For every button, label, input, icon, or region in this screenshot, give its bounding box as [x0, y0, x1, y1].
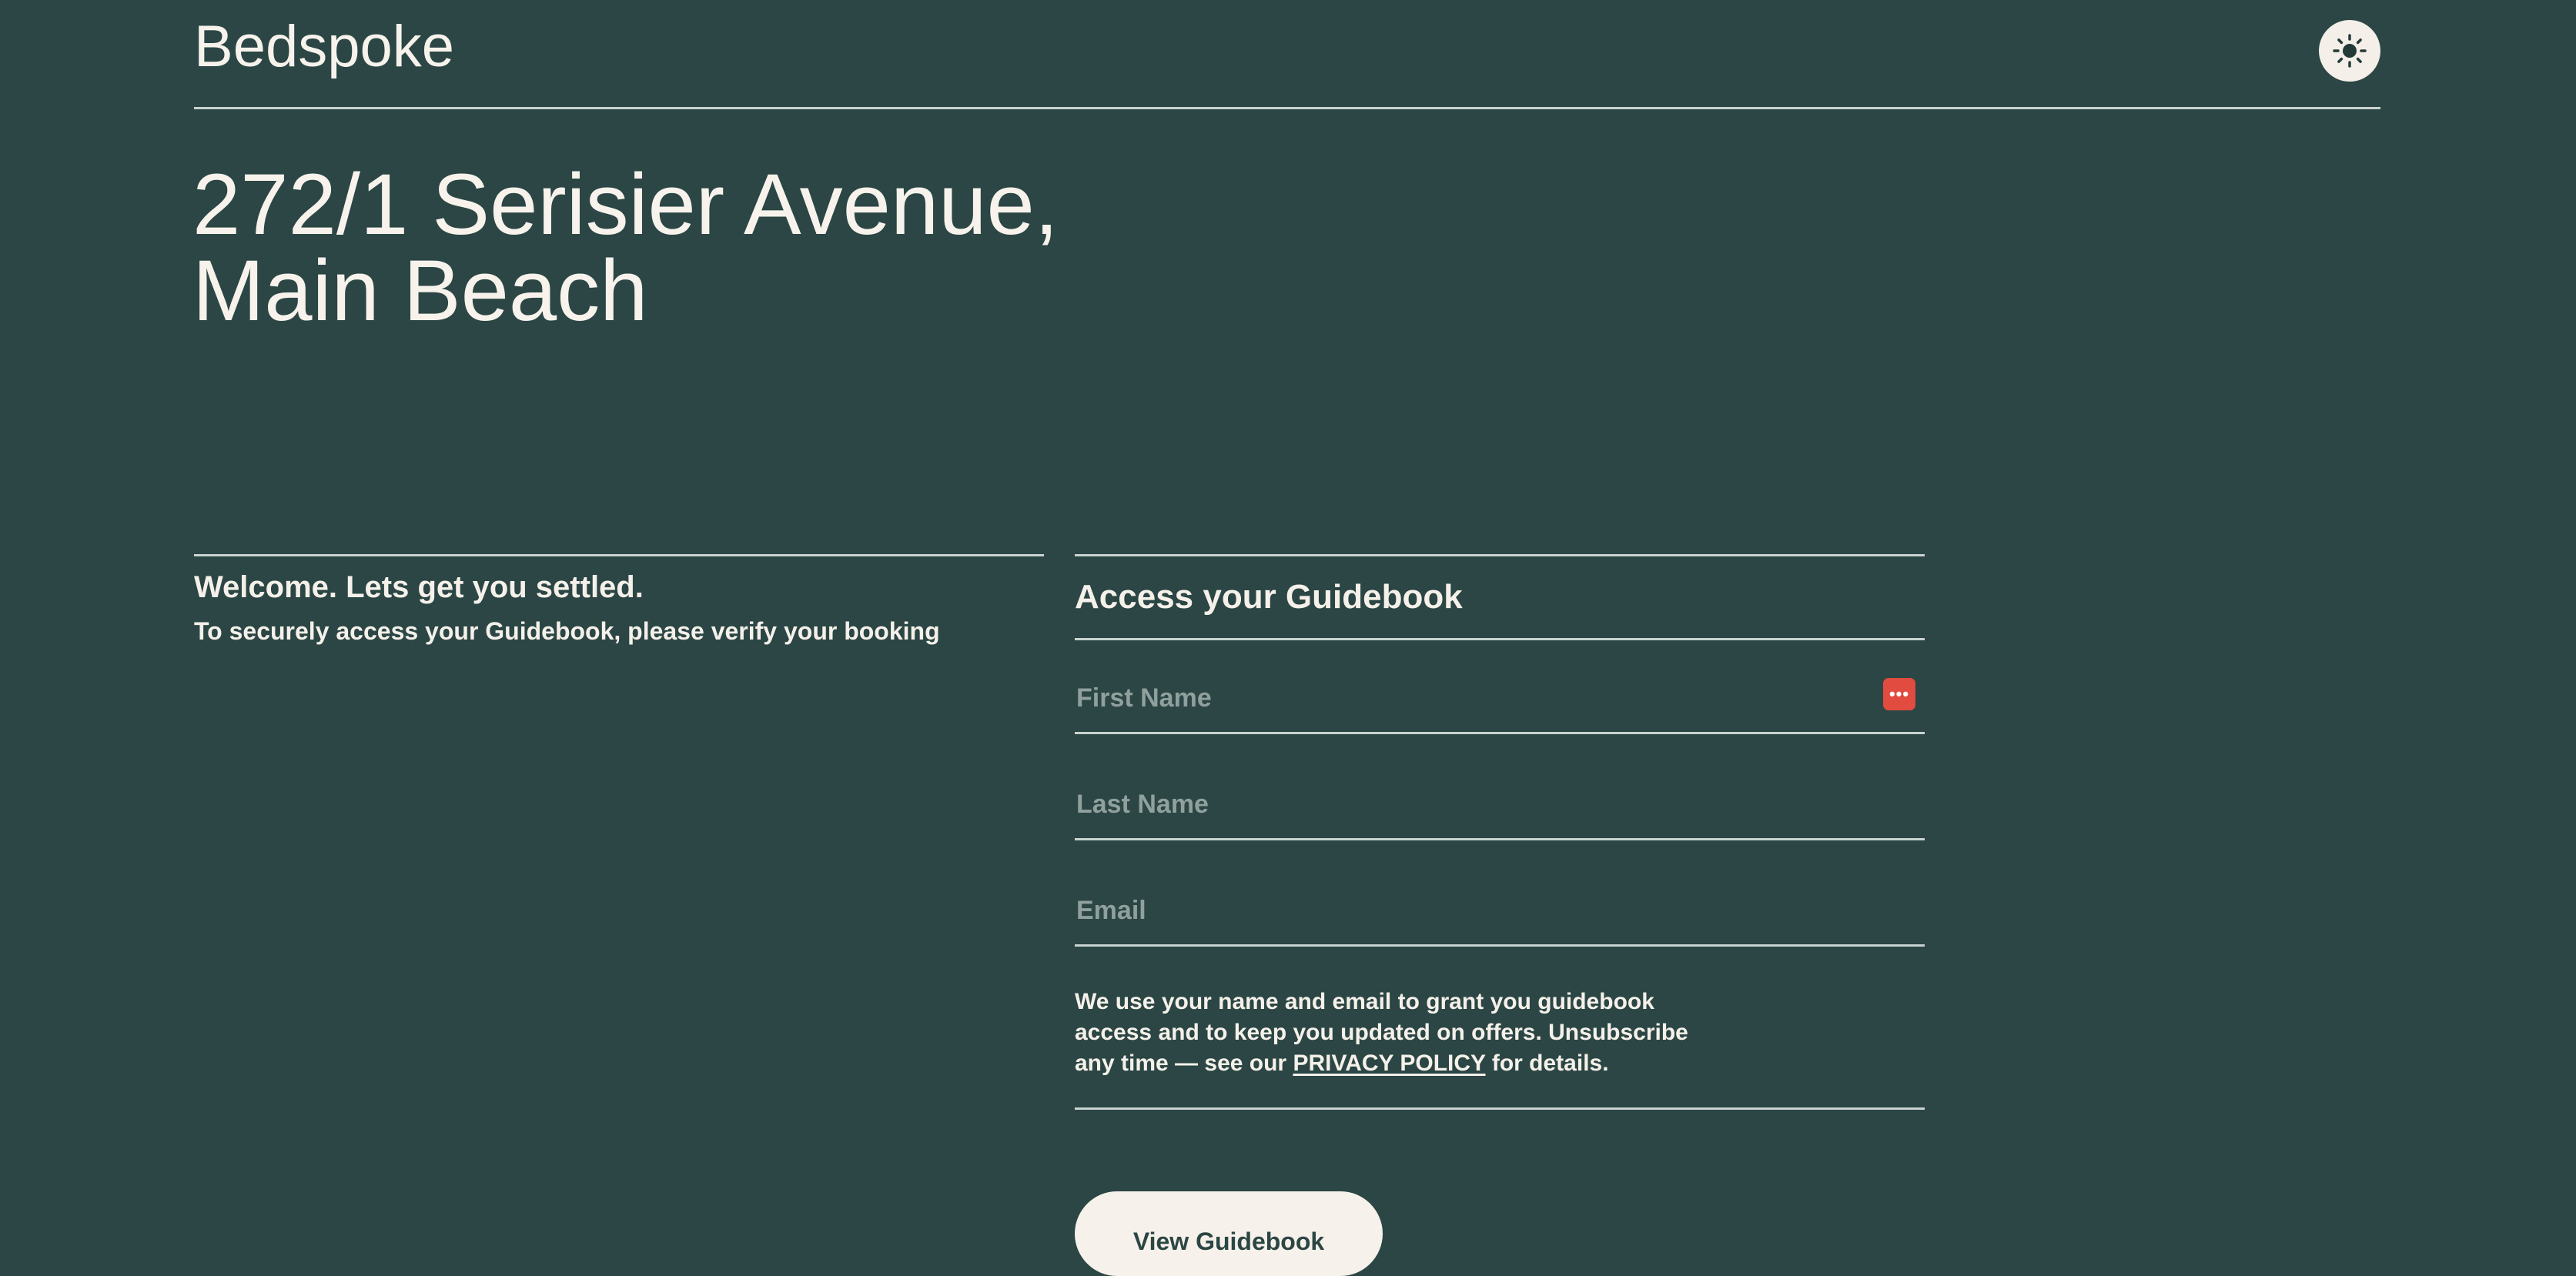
email-input[interactable]: [1075, 896, 1878, 926]
first-name-field-row: •••: [1075, 640, 1925, 734]
consent-notice: We use your name and email to grant you …: [1075, 947, 1925, 1110]
welcome-subtitle: To securely access your Guidebook, pleas…: [194, 617, 940, 645]
site-logo[interactable]: Bedspoke: [194, 12, 454, 82]
address-line-1: 272/1 Serisier Avenue,: [192, 156, 1059, 252]
form-title: Access your Guidebook: [1075, 554, 1925, 640]
privacy-policy-link[interactable]: PRIVACY POLICY: [1293, 1051, 1485, 1076]
email-field-row: [1075, 840, 1925, 947]
site-header: Bedspoke: [194, 0, 2380, 109]
welcome-panel: Welcome. Lets get you settled. To secure…: [194, 554, 1044, 647]
last-name-field-row: [1075, 734, 1925, 840]
last-name-input[interactable]: [1075, 790, 1878, 820]
sun-icon: [2333, 34, 2367, 68]
view-guidebook-button[interactable]: View Guidebook: [1075, 1191, 1383, 1276]
property-address: 272/1 Serisier Avenue, Main Beach: [192, 162, 1059, 334]
address-line-2: Main Beach: [192, 242, 648, 339]
consent-text-end: for details.: [1485, 1051, 1609, 1076]
welcome-title: Welcome. Lets get you settled.: [194, 570, 644, 604]
password-manager-icon[interactable]: •••: [1883, 678, 1915, 710]
guidebook-access-form: Access your Guidebook ••• We use your na…: [1075, 554, 1925, 1110]
first-name-input[interactable]: [1075, 683, 1878, 713]
theme-toggle-button[interactable]: [2319, 20, 2380, 82]
